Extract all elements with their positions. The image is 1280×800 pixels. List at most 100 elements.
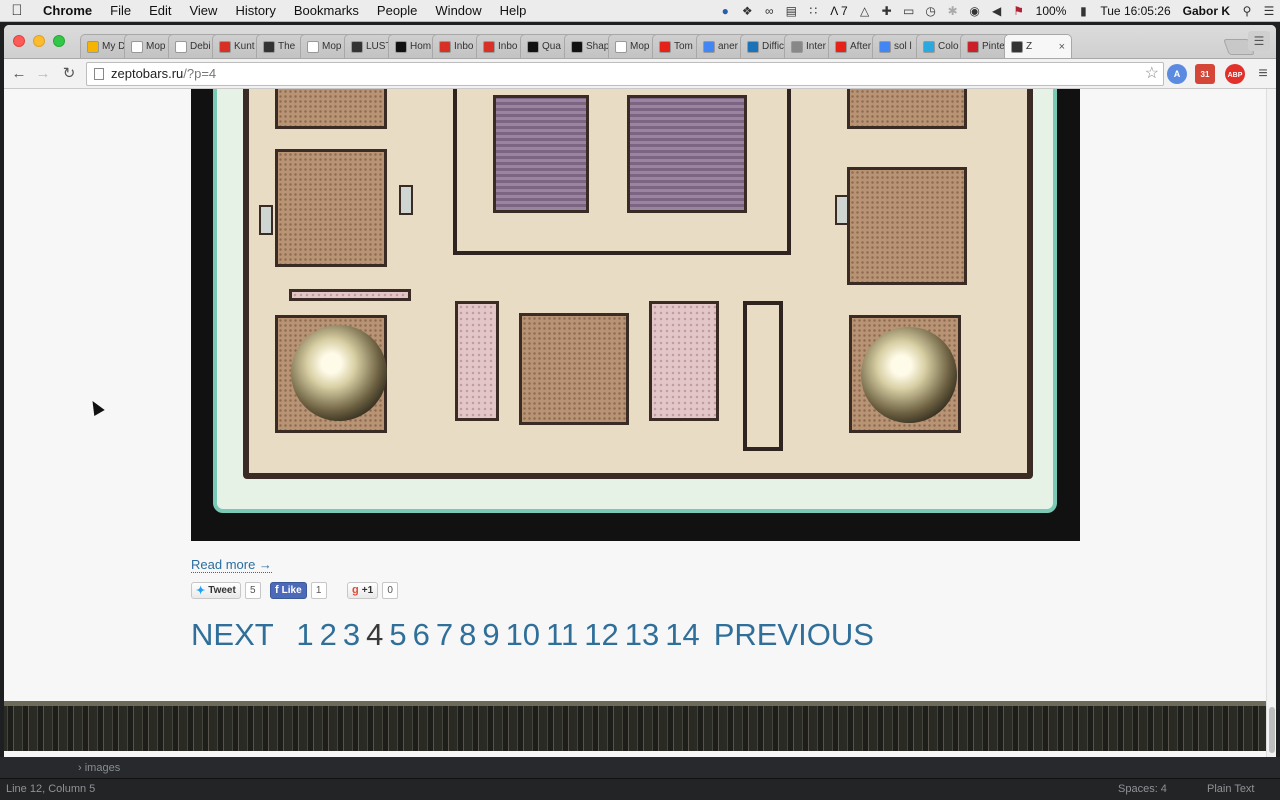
glasses-icon[interactable]: ∞ — [758, 4, 780, 18]
facebook-like-button[interactable]: f Like — [270, 581, 307, 599]
bluetooth-icon[interactable]: ✱ — [942, 4, 964, 18]
page-link[interactable]: 12 — [584, 617, 618, 653]
tab-label: Mop — [322, 41, 342, 52]
address-bar[interactable]: zeptobars.ru/?p=4 ☆ — [86, 62, 1164, 86]
next-page-link[interactable]: NEXT — [191, 617, 274, 653]
tab-label: Inbo — [454, 41, 474, 52]
zoom-window-button[interactable] — [53, 35, 65, 47]
dropbox-icon[interactable]: ❖ — [736, 4, 758, 18]
minimize-window-button[interactable] — [33, 35, 45, 47]
page-link[interactable]: 9 — [482, 617, 499, 653]
menu-people[interactable]: People — [368, 3, 426, 18]
google-plus-widget: g +1 0 — [347, 581, 399, 599]
adobe-notification-count[interactable]: Λ 7 — [824, 4, 853, 18]
tweet-count: 5 — [244, 581, 261, 599]
plus-icon[interactable]: ✚ — [876, 4, 898, 18]
transistor-cell — [627, 95, 747, 213]
contact — [399, 185, 413, 215]
menu-bookmarks[interactable]: Bookmarks — [285, 3, 368, 18]
tab-label: The — [278, 41, 296, 52]
bookmark-star-icon[interactable]: ☆ — [1145, 63, 1159, 85]
menu-app-chrome[interactable]: Chrome — [34, 3, 101, 18]
page-link[interactable]: 2 — [320, 617, 337, 653]
notification-count: 7 — [840, 3, 848, 18]
page-link[interactable]: 5 — [389, 617, 406, 653]
close-window-button[interactable] — [13, 35, 25, 47]
q-icon — [571, 40, 583, 53]
reload-icon[interactable]: ↻ — [58, 63, 80, 85]
page-link[interactable]: 6 — [413, 617, 430, 653]
tab-label: Inter — [806, 41, 827, 52]
user-name[interactable]: Gabor K — [1177, 4, 1236, 18]
menu-file[interactable]: File — [101, 3, 140, 18]
tab-close-icon[interactable]: × — [1059, 41, 1065, 53]
menu-view[interactable]: View — [180, 3, 226, 18]
page-link[interactable]: 10 — [506, 617, 540, 653]
grid-icon[interactable]: ∷ — [802, 4, 824, 18]
user-profile-button[interactable]: ☰ — [1248, 31, 1270, 51]
gmail-icon — [483, 40, 495, 53]
page-link[interactable]: 3 — [343, 617, 360, 653]
twitter-bird-icon: ✦ — [196, 584, 206, 597]
chrome-menu-icon[interactable]: ≡ — [1252, 63, 1274, 85]
indentation-setting[interactable]: Spaces: 4 — [1118, 779, 1167, 799]
menu-window[interactable]: Window — [426, 3, 490, 18]
page-link[interactable]: 13 — [625, 617, 659, 653]
display-icon[interactable]: ▭ — [898, 4, 920, 18]
editor-sidebar-glimpse: › images — [0, 757, 1280, 778]
pagination: NEXT 1 2 3 4 5 6 7 8 9 10 11 12 13 14 PREVIOUS — [191, 617, 880, 653]
adblock-extension-icon[interactable]: ABP — [1225, 64, 1245, 84]
back-arrow-icon[interactable]: ← — [8, 63, 30, 85]
tab-label: Mop — [146, 41, 166, 52]
apple-icon[interactable]:  — [0, 2, 34, 19]
clipboard-icon[interactable]: ▤ — [780, 4, 802, 18]
tab-label: Pinte — [982, 41, 1005, 52]
menu-help[interactable]: Help — [491, 3, 536, 18]
drop-icon[interactable]: ● — [714, 4, 736, 18]
page-link[interactable]: 8 — [459, 617, 476, 653]
battery-icon[interactable]: ▮ — [1072, 4, 1094, 18]
menu-history[interactable]: History — [226, 3, 284, 18]
bond-pad — [275, 89, 387, 129]
editor-status-bar: Line 12, Column 5 Spaces: 4 Plain Text — [0, 778, 1280, 800]
google-plus-button[interactable]: g +1 — [347, 581, 379, 599]
tab-label: After — [850, 41, 872, 52]
bond-pad — [519, 313, 629, 425]
battery-percent[interactable]: 100% — [1030, 4, 1073, 18]
url-path: /?p=4 — [183, 66, 217, 81]
wifi-icon[interactable]: ◉ — [964, 4, 986, 18]
facebook-like-widget: f Like 1 — [270, 581, 327, 599]
tab-label: aner — [718, 41, 739, 52]
bond-ball — [861, 327, 957, 423]
browser-tab[interactable]: Z × — [1004, 34, 1072, 58]
syntax-mode[interactable]: Plain Text — [1207, 779, 1255, 799]
tweet-button[interactable]: ✦ Tweet — [191, 581, 241, 599]
gmail-extension-icon[interactable]: 31 — [1195, 64, 1215, 84]
tab-label: Hom — [410, 41, 432, 52]
folder-images[interactable]: › images — [78, 762, 120, 774]
flag-icon[interactable]: ⚑ — [1008, 4, 1030, 18]
facebook-icon: f — [275, 584, 279, 596]
spotlight-icon[interactable]: ⚲ — [1236, 4, 1258, 18]
volume-icon[interactable]: ◀ — [986, 4, 1008, 18]
q-icon — [527, 40, 539, 53]
page-link[interactable]: 11 — [546, 617, 578, 653]
menu-edit[interactable]: Edit — [140, 3, 180, 18]
previous-page-link[interactable]: PREVIOUS — [714, 617, 874, 653]
time-machine-icon[interactable]: ◷ — [920, 4, 942, 18]
page-link[interactable]: 1 — [296, 617, 313, 653]
read-more-link[interactable]: Read more → — [191, 557, 272, 573]
google-drive-icon[interactable]: △ — [854, 4, 876, 18]
zepto-icon — [1011, 40, 1023, 53]
page-link[interactable]: 14 — [665, 617, 699, 653]
page-link[interactable]: 7 — [436, 617, 453, 653]
page-icon — [923, 40, 935, 53]
clock[interactable]: Tue 16:05:26 — [1094, 4, 1176, 18]
page-scrollbar[interactable] — [1266, 89, 1276, 757]
status-tray: ● ❖ ∞ ▤ ∷ Λ 7 △ ✚ ▭ ◷ ✱ ◉ ◀ ⚑ 100% ▮ Tue… — [714, 0, 1280, 22]
notification-center-icon[interactable]: ☰ — [1258, 4, 1280, 18]
translate-extension-icon[interactable]: A — [1167, 64, 1187, 84]
forward-arrow-icon[interactable]: → — [32, 63, 54, 85]
tab-label: Debi — [190, 41, 211, 52]
scroll-thumb[interactable] — [1269, 707, 1275, 753]
